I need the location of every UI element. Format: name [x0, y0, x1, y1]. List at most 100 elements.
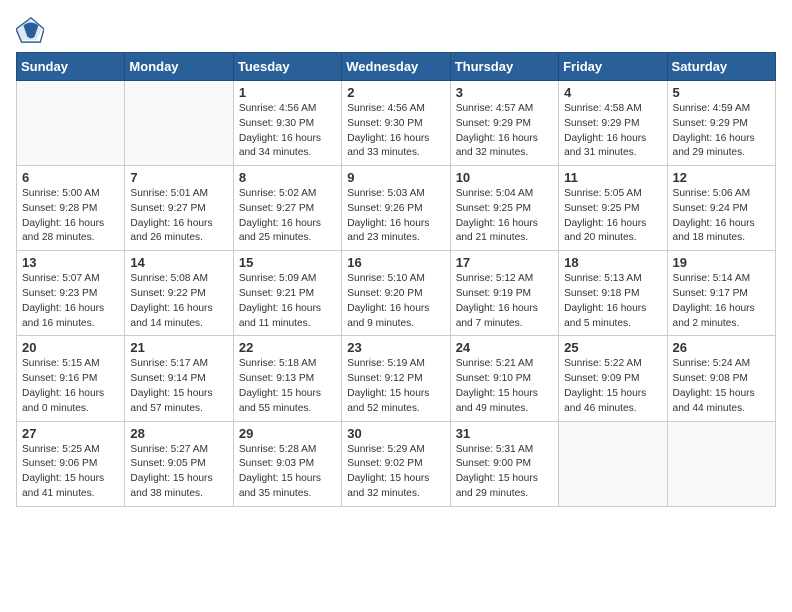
day-info: Sunrise: 5:08 AM Sunset: 9:22 PM Dayligh… [130, 272, 227, 331]
calendar-cell: 1 Sunrise: 4:56 AM Sunset: 9:30 PM Daylig… [233, 81, 341, 166]
day-number: 8 [239, 170, 336, 185]
day-info: Sunrise: 5:28 AM Sunset: 9:03 PM Dayligh… [239, 443, 336, 502]
day-number: 25 [564, 340, 661, 355]
day-number: 12 [673, 170, 770, 185]
calendar-cell: 17Sunrise: 5:12 AM Sunset: 9:19 PM Dayli… [450, 251, 558, 336]
day-info: Sunrise: 4:57 AM Sunset: 9:29 PM Dayligh… [456, 102, 553, 161]
day-info: Sunrise: 5:17 AM Sunset: 9:14 PM Dayligh… [130, 357, 227, 416]
day-info: Sunrise: 5:02 AM Sunset: 9:27 PM Dayligh… [239, 187, 336, 246]
day-info: Sunrise: 5:24 AM Sunset: 9:08 PM Dayligh… [673, 357, 770, 416]
day-number: 13 [22, 255, 119, 270]
calendar-cell [17, 81, 125, 166]
day-info: Sunrise: 5:18 AM Sunset: 9:13 PM Dayligh… [239, 357, 336, 416]
calendar-cell: 22 Sunrise: 5:18 AM Sunset: 9:13 PM Dayli… [233, 336, 341, 421]
calendar-cell: 27 Sunrise: 5:25 AM Sunset: 9:06 PM Dayli… [17, 421, 125, 506]
logo [16, 16, 48, 44]
calendar-week-row: 6 Sunrise: 5:00 AM Sunset: 9:28 PM Daylig… [17, 166, 776, 251]
day-number: 30 [347, 426, 444, 441]
calendar-cell: 28 Sunrise: 5:27 AM Sunset: 9:05 PM Dayli… [125, 421, 233, 506]
weekday-header: Wednesday [342, 53, 450, 81]
day-number: 9 [347, 170, 444, 185]
calendar-cell: 14 Sunrise: 5:08 AM Sunset: 9:22 PM Dayli… [125, 251, 233, 336]
calendar-week-row: 13 Sunrise: 5:07 AM Sunset: 9:23 PM Dayli… [17, 251, 776, 336]
day-info: Sunrise: 4:56 AM Sunset: 9:30 PM Dayligh… [347, 102, 444, 161]
calendar-cell: 29 Sunrise: 5:28 AM Sunset: 9:03 PM Dayli… [233, 421, 341, 506]
calendar-cell: 8 Sunrise: 5:02 AM Sunset: 9:27 PM Daylig… [233, 166, 341, 251]
weekday-header: Friday [559, 53, 667, 81]
day-info: Sunrise: 5:15 AM Sunset: 9:16 PM Dayligh… [22, 357, 119, 416]
calendar-cell: 9Sunrise: 5:03 AM Sunset: 9:26 PM Daylig… [342, 166, 450, 251]
day-info: Sunrise: 4:56 AM Sunset: 9:30 PM Dayligh… [239, 102, 336, 161]
day-number: 22 [239, 340, 336, 355]
day-number: 2 [347, 85, 444, 100]
day-number: 27 [22, 426, 119, 441]
calendar-cell: 25Sunrise: 5:22 AM Sunset: 9:09 PM Dayli… [559, 336, 667, 421]
calendar-cell: 13 Sunrise: 5:07 AM Sunset: 9:23 PM Dayli… [17, 251, 125, 336]
day-info: Sunrise: 5:00 AM Sunset: 9:28 PM Dayligh… [22, 187, 119, 246]
calendar-week-row: 20 Sunrise: 5:15 AM Sunset: 9:16 PM Dayli… [17, 336, 776, 421]
day-number: 28 [130, 426, 227, 441]
day-info: Sunrise: 5:04 AM Sunset: 9:25 PM Dayligh… [456, 187, 553, 246]
weekday-header: Sunday [17, 53, 125, 81]
day-info: Sunrise: 5:25 AM Sunset: 9:06 PM Dayligh… [22, 443, 119, 502]
calendar-week-row: 1 Sunrise: 4:56 AM Sunset: 9:30 PM Daylig… [17, 81, 776, 166]
calendar-cell: 16 Sunrise: 5:10 AM Sunset: 9:20 PM Dayli… [342, 251, 450, 336]
day-info: Sunrise: 5:31 AM Sunset: 9:00 PM Dayligh… [456, 443, 553, 502]
calendar-cell: 6 Sunrise: 5:00 AM Sunset: 9:28 PM Daylig… [17, 166, 125, 251]
weekday-header: Saturday [667, 53, 775, 81]
day-number: 10 [456, 170, 553, 185]
day-number: 16 [347, 255, 444, 270]
calendar-cell: 7 Sunrise: 5:01 AM Sunset: 9:27 PM Daylig… [125, 166, 233, 251]
day-info: Sunrise: 5:29 AM Sunset: 9:02 PM Dayligh… [347, 443, 444, 502]
day-number: 1 [239, 85, 336, 100]
day-number: 24 [456, 340, 553, 355]
day-number: 7 [130, 170, 227, 185]
day-number: 18 [564, 255, 661, 270]
day-info: Sunrise: 4:58 AM Sunset: 9:29 PM Dayligh… [564, 102, 661, 161]
day-info: Sunrise: 5:06 AM Sunset: 9:24 PM Dayligh… [673, 187, 770, 246]
day-number: 29 [239, 426, 336, 441]
weekday-header: Thursday [450, 53, 558, 81]
day-number: 11 [564, 170, 661, 185]
calendar-cell: 20 Sunrise: 5:15 AM Sunset: 9:16 PM Dayli… [17, 336, 125, 421]
day-number: 4 [564, 85, 661, 100]
calendar-cell: 23 Sunrise: 5:19 AM Sunset: 9:12 PM Dayli… [342, 336, 450, 421]
day-info: Sunrise: 5:19 AM Sunset: 9:12 PM Dayligh… [347, 357, 444, 416]
day-number: 20 [22, 340, 119, 355]
day-info: Sunrise: 5:10 AM Sunset: 9:20 PM Dayligh… [347, 272, 444, 331]
calendar-header-row: SundayMondayTuesdayWednesdayThursdayFrid… [17, 53, 776, 81]
day-info: Sunrise: 5:01 AM Sunset: 9:27 PM Dayligh… [130, 187, 227, 246]
day-number: 21 [130, 340, 227, 355]
calendar-cell: 10 Sunrise: 5:04 AM Sunset: 9:25 PM Dayli… [450, 166, 558, 251]
calendar-cell: 3 Sunrise: 4:57 AM Sunset: 9:29 PM Daylig… [450, 81, 558, 166]
logo-icon [16, 16, 44, 44]
calendar-cell [559, 421, 667, 506]
day-number: 6 [22, 170, 119, 185]
weekday-header: Monday [125, 53, 233, 81]
page-header [16, 16, 776, 44]
calendar-cell: 18Sunrise: 5:13 AM Sunset: 9:18 PM Dayli… [559, 251, 667, 336]
day-info: Sunrise: 5:27 AM Sunset: 9:05 PM Dayligh… [130, 443, 227, 502]
day-info: Sunrise: 4:59 AM Sunset: 9:29 PM Dayligh… [673, 102, 770, 161]
calendar-cell [667, 421, 775, 506]
calendar-cell: 11 Sunrise: 5:05 AM Sunset: 9:25 PM Dayli… [559, 166, 667, 251]
calendar-cell: 15Sunrise: 5:09 AM Sunset: 9:21 PM Dayli… [233, 251, 341, 336]
calendar-cell: 31 Sunrise: 5:31 AM Sunset: 9:00 PM Dayli… [450, 421, 558, 506]
day-number: 31 [456, 426, 553, 441]
calendar-cell: 21 Sunrise: 5:17 AM Sunset: 9:14 PM Dayli… [125, 336, 233, 421]
calendar-cell: 26 Sunrise: 5:24 AM Sunset: 9:08 PM Dayli… [667, 336, 775, 421]
calendar-cell: 2 Sunrise: 4:56 AM Sunset: 9:30 PM Daylig… [342, 81, 450, 166]
calendar-week-row: 27 Sunrise: 5:25 AM Sunset: 9:06 PM Dayli… [17, 421, 776, 506]
day-number: 23 [347, 340, 444, 355]
day-number: 17 [456, 255, 553, 270]
day-number: 3 [456, 85, 553, 100]
calendar-cell: 24 Sunrise: 5:21 AM Sunset: 9:10 PM Dayli… [450, 336, 558, 421]
day-number: 14 [130, 255, 227, 270]
day-info: Sunrise: 5:07 AM Sunset: 9:23 PM Dayligh… [22, 272, 119, 331]
day-number: 15 [239, 255, 336, 270]
calendar-cell: 12 Sunrise: 5:06 AM Sunset: 9:24 PM Dayli… [667, 166, 775, 251]
day-info: Sunrise: 5:21 AM Sunset: 9:10 PM Dayligh… [456, 357, 553, 416]
weekday-header: Tuesday [233, 53, 341, 81]
day-number: 26 [673, 340, 770, 355]
day-info: Sunrise: 5:05 AM Sunset: 9:25 PM Dayligh… [564, 187, 661, 246]
